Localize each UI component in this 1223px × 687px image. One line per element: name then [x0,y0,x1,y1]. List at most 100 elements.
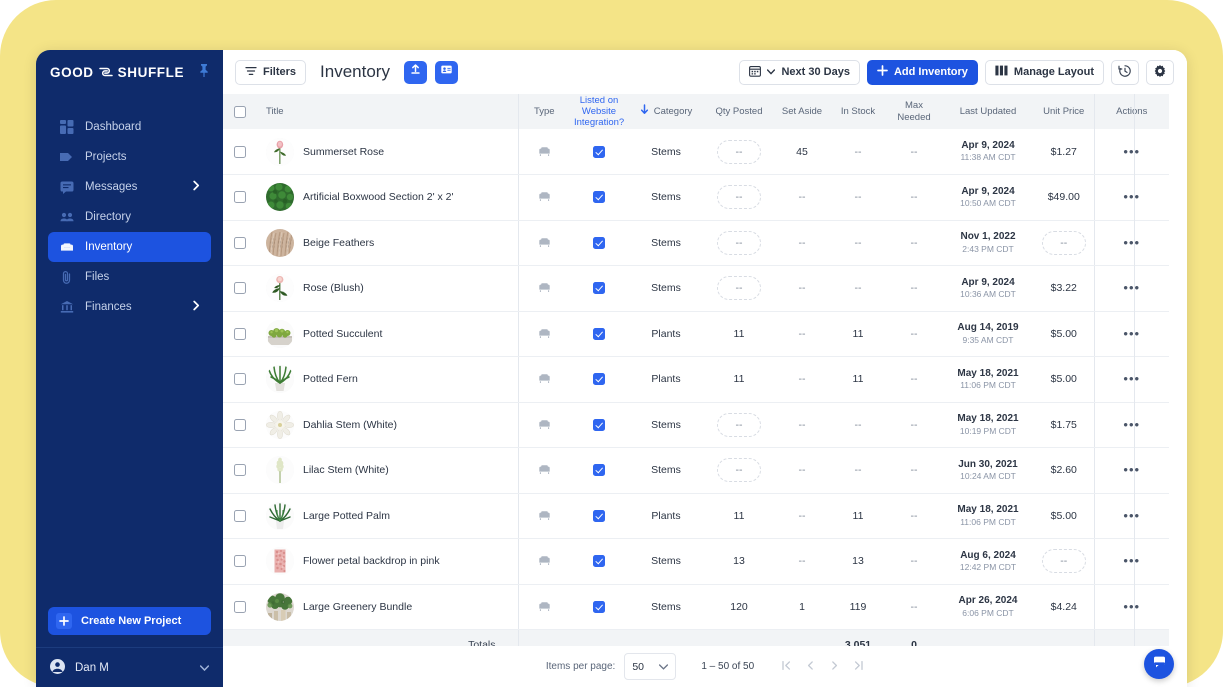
column-header-qty-posted[interactable]: Qty Posted [704,94,774,129]
totals-empty [517,629,830,646]
row-actions-menu-icon[interactable]: ••• [1123,235,1140,250]
item-title[interactable]: Large Greenery Bundle [303,601,412,613]
row-actions-menu-icon[interactable]: ••• [1123,553,1140,568]
item-title[interactable]: Lilac Stem (White) [303,464,389,476]
listed-checkbox[interactable] [593,282,605,295]
row-checkbox[interactable] [233,555,246,568]
listed-checkbox[interactable] [593,191,605,204]
qty-posted-pill[interactable]: -- [717,276,761,301]
row-checkbox[interactable] [233,191,246,204]
row-actions-menu-icon[interactable]: ••• [1123,462,1140,477]
qty-posted-pill[interactable]: -- [717,185,761,210]
unit-price-pill[interactable]: -- [1041,230,1086,255]
row-checkbox[interactable] [233,509,246,522]
listed-checkbox[interactable] [593,327,605,340]
items-per-page-select[interactable]: 50 [624,653,677,680]
item-title[interactable]: Summerset Rose [303,146,384,158]
listed-checkbox[interactable] [593,464,605,477]
column-header-title[interactable]: Title [256,94,518,129]
sidebar-item-files[interactable]: Files [48,262,211,292]
card-view-button[interactable] [434,60,458,84]
column-header-listed[interactable]: Listed on Website Integration? [570,94,628,129]
listed-checkbox[interactable] [593,418,605,431]
qty-posted-pill[interactable]: -- [717,458,761,483]
row-checkbox[interactable] [233,236,246,249]
row-actions-menu-icon[interactable]: ••• [1123,371,1140,386]
row-actions-menu-icon[interactable]: ••• [1123,144,1140,159]
item-title[interactable]: Artificial Boxwood Section 2' x 2' [303,191,454,203]
row-actions-menu-icon[interactable]: ••• [1123,189,1140,204]
column-header-last-updated[interactable]: Last Updated [942,94,1034,129]
listed-checkbox[interactable] [593,373,605,386]
pin-icon[interactable] [198,63,210,82]
qty-posted-pill[interactable]: -- [717,230,761,255]
user-menu[interactable]: Dan M [36,647,223,687]
row-actions-menu-icon[interactable]: ••• [1123,599,1140,614]
table-row[interactable]: Rose (Blush) Stems -- -- -- -- Apr 9, 20… [223,265,1169,312]
table-row[interactable]: Potted Succulent Plants 11 -- 11 -- Aug … [223,311,1169,357]
table-row[interactable]: Summerset Rose Stems -- 45 -- -- Apr 9, … [223,129,1169,175]
qty-posted-pill[interactable]: -- [717,412,761,437]
qty-posted-pill[interactable]: -- [717,139,761,164]
row-checkbox[interactable] [233,418,246,431]
first-page-icon[interactable] [781,660,792,674]
next-page-icon[interactable] [829,660,840,674]
sidebar-item-messages[interactable]: Messages [48,172,211,202]
date-range-button[interactable]: Next 30 Days [739,59,860,85]
table-row[interactable]: Flower petal backdrop in pink Stems 13 -… [223,538,1169,585]
column-header-type[interactable]: Type [517,94,570,129]
upload-button[interactable] [403,60,427,84]
item-title[interactable]: Beige Feathers [303,237,374,249]
row-actions-menu-icon[interactable]: ••• [1123,280,1140,295]
table-row[interactable]: Lilac Stem (White) Stems -- -- -- -- Jun… [223,447,1169,494]
listed-checkbox[interactable] [593,236,605,249]
item-title[interactable]: Flower petal backdrop in pink [303,555,440,567]
item-title[interactable]: Potted Succulent [303,328,382,340]
unit-price-pill[interactable]: -- [1041,549,1086,574]
row-checkbox[interactable] [233,145,246,158]
column-header-in-stock[interactable]: In Stock [830,94,886,129]
row-checkbox[interactable] [233,600,246,613]
manage-layout-button[interactable]: Manage Layout [984,59,1104,85]
chat-widget-button[interactable] [1144,649,1174,679]
listed-checkbox[interactable] [593,509,605,522]
item-title[interactable]: Dahlia Stem (White) [303,419,397,431]
row-checkbox[interactable] [233,373,246,386]
item-title[interactable]: Large Potted Palm [303,510,390,522]
sidebar-item-dashboard[interactable]: Dashboard [48,112,211,142]
column-header-category[interactable]: Category [628,94,704,129]
row-actions-menu-icon[interactable]: ••• [1123,326,1140,341]
last-page-icon[interactable] [853,660,864,674]
table-row[interactable]: Dahlia Stem (White) Stems -- -- -- -- Ma… [223,402,1169,448]
table-row[interactable]: Beige Feathers Stems -- -- -- -- Nov 1, … [223,220,1169,266]
row-in-stock-cell: -- [830,265,886,312]
row-checkbox[interactable] [233,282,246,295]
row-checkbox[interactable] [233,464,246,477]
row-actions-menu-icon[interactable]: ••• [1123,417,1140,432]
row-checkbox[interactable] [233,327,246,340]
sidebar-item-finances[interactable]: Finances [48,292,211,322]
history-button[interactable] [1111,59,1139,85]
select-all-checkbox[interactable] [233,105,246,118]
table-row[interactable]: Large Greenery Bundle Stems 120 1 119 --… [223,584,1169,630]
column-header-max-needed[interactable]: Max Needed [886,94,942,129]
item-title[interactable]: Potted Fern [303,373,358,385]
column-header-set-aside[interactable]: Set Aside [774,94,830,129]
settings-button[interactable] [1146,59,1174,85]
column-header-unit-price[interactable]: Unit Price [1034,94,1094,129]
add-inventory-button[interactable]: Add Inventory [866,59,978,85]
row-actions-menu-icon[interactable]: ••• [1123,508,1140,523]
sidebar-item-directory[interactable]: Directory [48,202,211,232]
prev-page-icon[interactable] [805,660,816,674]
table-row[interactable]: Potted Fern Plants 11 -- 11 -- May 18, 2… [223,356,1169,403]
filters-button[interactable]: Filters [235,59,307,85]
table-row[interactable]: Artificial Boxwood Section 2' x 2' Stems… [223,174,1169,221]
table-row[interactable]: Large Potted Palm Plants 11 -- 11 -- May… [223,493,1169,539]
sidebar-item-projects[interactable]: Projects [48,142,211,172]
listed-checkbox[interactable] [593,600,605,613]
create-new-project-button[interactable]: Create New Project [48,607,211,635]
sidebar-item-inventory[interactable]: Inventory [48,232,211,262]
item-title[interactable]: Rose (Blush) [303,282,364,294]
listed-checkbox[interactable] [593,145,605,158]
listed-checkbox[interactable] [593,555,605,568]
